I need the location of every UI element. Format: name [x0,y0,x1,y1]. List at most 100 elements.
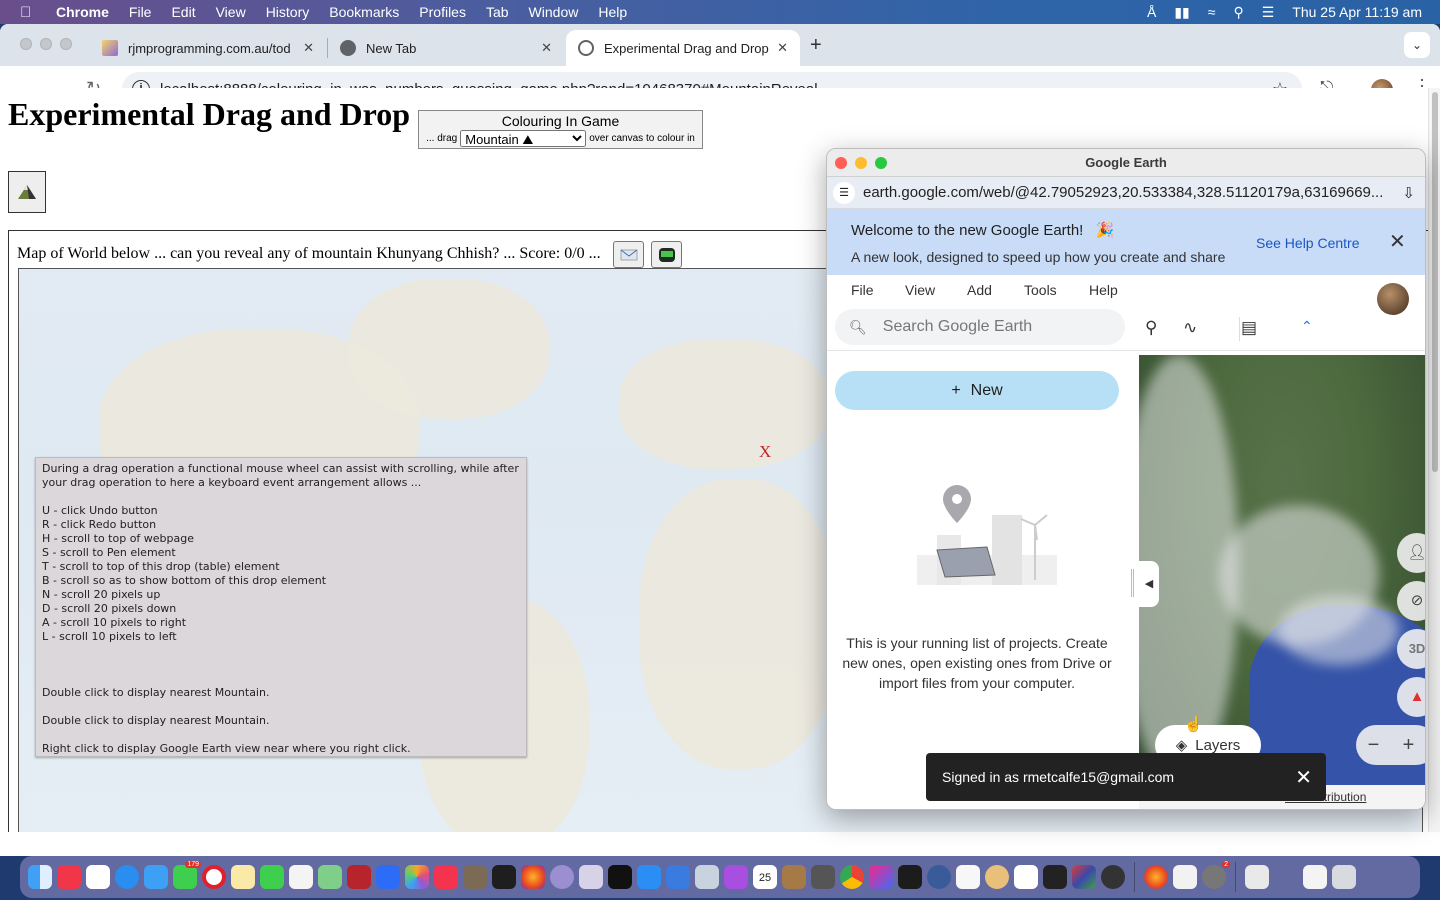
ge-close-button[interactable] [835,157,847,169]
new-project-button[interactable]: + New [835,371,1119,410]
wifi-icon[interactable]: ≈ [1208,4,1216,20]
podcasts-icon[interactable] [724,865,748,889]
photos-icon[interactable] [405,865,429,889]
intellij-icon[interactable] [869,865,893,889]
vlc-like-icon[interactable] [1072,865,1096,889]
menu-view[interactable]: View [216,4,246,20]
xcode-icon[interactable] [666,865,690,889]
dismiss-toast-icon[interactable]: ✕ [1295,765,1312,790]
ge-menu-file[interactable]: File [851,282,874,298]
textedit-icon[interactable] [1173,865,1197,889]
system-settings-icon[interactable]: 2 [1202,861,1230,889]
apple-icon[interactable]:  [20,4,42,21]
ge-menu-add[interactable]: Add [967,282,992,298]
page-scrollbar[interactable] [1428,88,1440,832]
app-store-icon[interactable] [637,865,661,889]
notes-icon[interactable] [231,865,255,889]
close-tab-icon[interactable]: ✕ [541,40,552,56]
email-button[interactable] [613,241,644,268]
ge-menu-tools[interactable]: Tools [1024,282,1057,298]
minimized-window[interactable] [1303,865,1327,889]
quicktime-icon[interactable] [927,865,951,889]
opera-icon[interactable] [202,865,226,889]
document-icon[interactable] [289,865,313,889]
menu-edit[interactable]: Edit [171,4,195,20]
see-help-centre-link[interactable]: See Help Centre [1256,235,1360,251]
calendar-icon[interactable]: 25 [753,865,777,889]
ge-search-input[interactable]: 🔍︎ Search Google Earth [835,309,1125,345]
apple-tv-icon[interactable] [608,865,632,889]
sms-button[interactable] [651,241,682,268]
libreoffice-icon[interactable] [956,865,980,889]
close-tab-icon[interactable]: ✕ [303,40,314,56]
launchpad-icon[interactable] [579,865,603,889]
add-placemark-icon[interactable]: ⚲ [1145,318,1157,338]
ge-title-bar[interactable]: Google Earth [827,149,1425,177]
zoom-in-button[interactable]: + [1403,734,1415,757]
ge-menu-help[interactable]: Help [1089,282,1118,298]
maps-icon[interactable] [318,865,342,889]
preview-icon[interactable] [695,865,719,889]
chevron-up-icon[interactable]: ⌃ [1301,318,1313,335]
chrome-icon[interactable] [840,865,864,889]
news-icon[interactable] [434,865,458,889]
safari-icon[interactable] [115,865,139,889]
trash-icon[interactable] [1332,865,1356,889]
battery-icon[interactable]: ▮▮ [1174,4,1189,21]
tab-new-tab[interactable]: New Tab ✕ [328,30,564,66]
tab-experimental-drag-drop[interactable]: Experimental Drag and Drop ✕ [566,30,800,66]
close-tab-icon[interactable]: ✕ [777,40,788,56]
shape-select[interactable]: Mountain ⛰ [460,130,587,147]
collapse-panel-button[interactable]: ◀ [1139,561,1159,607]
menu-help[interactable]: Help [598,4,627,20]
downloads-stack-icon[interactable] [1245,865,1269,889]
console-icon[interactable] [1043,865,1067,889]
ge-account-avatar[interactable] [1377,283,1409,315]
menu-history[interactable]: History [266,4,310,20]
bbedit-icon[interactable] [550,865,574,889]
music-icon[interactable] [57,865,81,889]
ge-url-bar[interactable]: ☰ earth.google.com/web/@42.79052923,20.5… [827,177,1425,209]
contacts-icon[interactable] [782,865,806,889]
draw-path-icon[interactable]: ∿ [1183,318,1197,338]
filezilla-icon[interactable] [347,865,371,889]
site-settings-icon[interactable]: ☰ [833,181,855,204]
zoom-out-button[interactable]: − [1368,734,1380,757]
mamp-icon[interactable] [1101,865,1125,889]
ge-url-text[interactable]: earth.google.com/web/@42.79052923,20.533… [863,184,1383,201]
mail-icon[interactable] [144,865,168,889]
ge-zoom-button[interactable] [875,157,887,169]
bluetooth-icon[interactable]: Å [1147,4,1156,20]
finder-icon[interactable] [28,865,52,889]
menu-window[interactable]: Window [529,4,579,20]
terminal-like-icon[interactable] [492,865,516,889]
menu-file[interactable]: File [129,4,152,20]
control-center-icon[interactable]: ☰ [1262,4,1275,21]
ge-globe-view[interactable] [1139,355,1425,785]
tab-rjmprogramming[interactable]: rjmprogramming.com.au/tod ✕ [90,30,326,66]
reminders-icon[interactable] [86,865,110,889]
minimize-window-button[interactable] [40,38,52,50]
messages-icon[interactable]: 179 [173,861,201,889]
new-tab-button[interactable]: + [810,34,822,57]
draggable-mountain-pen[interactable] [8,171,46,213]
gimp-icon[interactable] [463,865,487,889]
menu-bookmarks[interactable]: Bookmarks [329,4,399,20]
ge-minimize-button[interactable] [855,157,867,169]
terminal-icon[interactable] [898,865,922,889]
close-banner-icon[interactable]: ✕ [1389,229,1406,254]
zoom-app-icon[interactable] [376,865,400,889]
zoom-window-button[interactable] [60,38,72,50]
paint-icon[interactable] [985,865,1009,889]
menu-tab[interactable]: Tab [486,4,509,20]
measure-ruler-icon[interactable]: ▤ [1241,318,1257,338]
install-app-icon[interactable]: ⇩ [1402,184,1415,202]
calculator-icon[interactable] [811,865,835,889]
panel-resize-handle[interactable] [1131,569,1134,597]
inkscape-icon[interactable] [1014,865,1038,889]
menu-profiles[interactable]: Profiles [419,4,466,20]
close-window-button[interactable] [20,38,32,50]
menu-app-name[interactable]: Chrome [56,4,109,20]
tab-search-dropdown[interactable]: ⌄ [1404,32,1430,58]
minimized-window[interactable] [1274,865,1298,889]
